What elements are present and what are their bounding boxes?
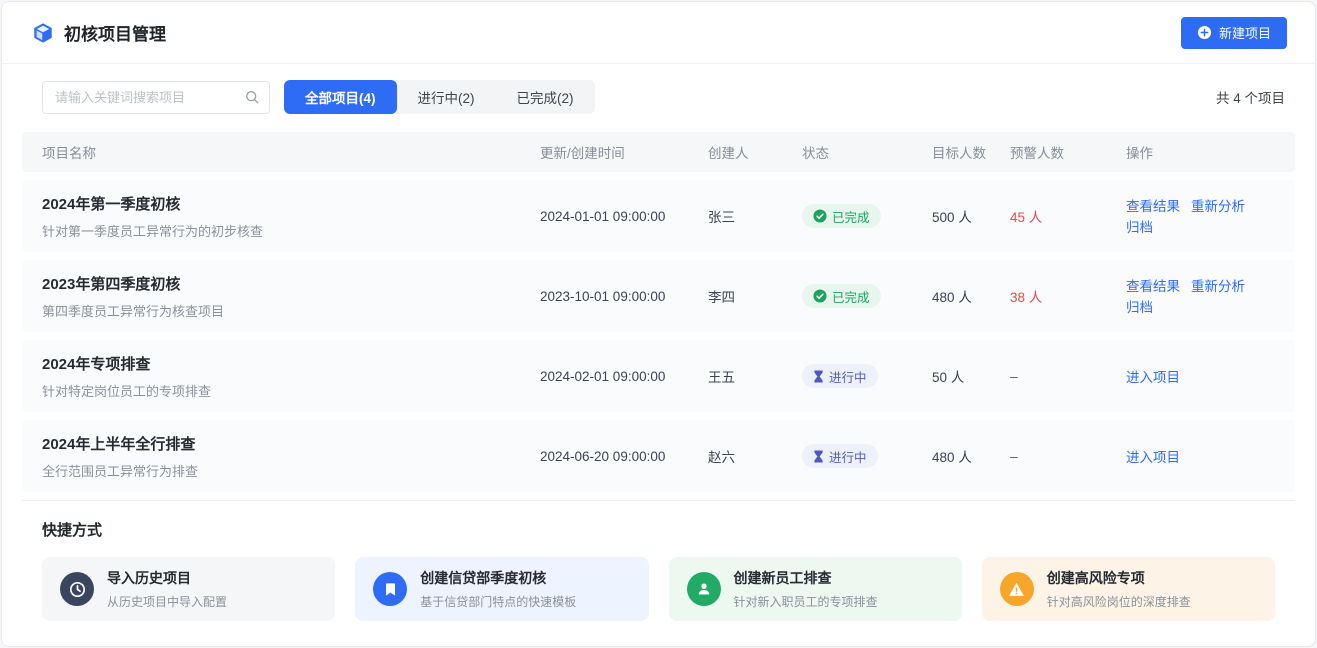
shortcut-desc: 从历史项目中导入配置	[107, 593, 227, 610]
table-row: 2024年专项排查 针对特定岗位员工的专项排查 2024-02-01 09:00…	[22, 340, 1295, 412]
project-name: 2024年上半年全行排查	[42, 433, 540, 454]
warning-count: 45 人	[1010, 206, 1126, 226]
warning-count: –	[1010, 449, 1126, 464]
shortcuts-section: 快捷方式 导入历史项目 从历史项目中导入配置 创建信贷部季度初核 基于信贷部门特…	[22, 500, 1295, 645]
project-desc: 第四季度员工异常行为核查项目	[42, 301, 540, 320]
project-creator: 赵六	[708, 446, 802, 466]
search-icon[interactable]	[244, 89, 260, 110]
shortcut-import-history[interactable]: 导入历史项目 从历史项目中导入配置	[42, 557, 335, 621]
project-creator: 张三	[708, 206, 802, 226]
table-row: 2024年上半年全行排查 全行范围员工异常行为排查 2024-06-20 09:…	[22, 420, 1295, 492]
column-header-warning: 预警人数	[1010, 142, 1126, 162]
search-input[interactable]	[42, 81, 270, 114]
shortcut-credit-dept-review[interactable]: 创建信贷部季度初核 基于信贷部门特点的快速模板	[355, 557, 648, 621]
person-icon	[687, 572, 721, 606]
tab-all-projects[interactable]: 全部项目(4)	[284, 80, 397, 114]
status-badge: 进行中	[802, 444, 878, 468]
column-header-name: 项目名称	[42, 142, 540, 162]
status-label: 已完成	[832, 207, 870, 226]
shortcuts-title: 快捷方式	[42, 519, 1285, 540]
shortcut-desc: 针对高风险岗位的深度排查	[1047, 593, 1191, 610]
target-count: 50 人	[932, 366, 1010, 386]
shortcut-desc: 基于信贷部门特点的快速模板	[420, 593, 576, 610]
project-creator: 李四	[708, 286, 802, 306]
shortcut-desc: 针对新入职员工的专项排查	[734, 593, 878, 610]
shortcut-title: 创建信贷部季度初核	[420, 568, 576, 588]
project-desc: 针对特定岗位员工的专项排查	[42, 381, 540, 400]
cube-logo-icon	[32, 22, 54, 44]
project-desc: 全行范围员工异常行为排查	[42, 461, 540, 480]
target-count: 480 人	[932, 446, 1010, 466]
tab-in-progress[interactable]: 进行中(2)	[397, 80, 496, 114]
status-badge: 已完成	[802, 284, 881, 308]
reanalyze-link[interactable]: 重新分析	[1191, 199, 1245, 214]
table-header: 项目名称 更新/创建时间 创建人 状态 目标人数 预警人数 操作	[22, 132, 1295, 172]
tab-completed[interactable]: 已完成(2)	[496, 80, 595, 114]
page-header: 初核项目管理 新建项目	[2, 2, 1315, 64]
target-count: 480 人	[932, 286, 1010, 306]
column-header-status: 状态	[802, 142, 932, 162]
hourglass-icon	[813, 450, 824, 463]
filter-tabs: 全部项目(4) 进行中(2) 已完成(2)	[284, 80, 595, 114]
archive-link[interactable]: 归档	[1126, 300, 1153, 315]
shortcut-high-risk-special[interactable]: 创建高风险专项 针对高风险岗位的深度排查	[982, 557, 1275, 621]
hourglass-icon	[813, 370, 824, 383]
column-header-time: 更新/创建时间	[540, 142, 708, 162]
plus-circle-icon	[1197, 25, 1212, 40]
search-box	[42, 81, 270, 114]
shortcut-title: 导入历史项目	[107, 568, 227, 588]
project-creator: 王五	[708, 366, 802, 386]
archive-link[interactable]: 归档	[1126, 220, 1153, 235]
status-label: 进行中	[829, 367, 867, 386]
view-results-link[interactable]: 查看结果	[1126, 279, 1180, 294]
warning-count: –	[1010, 369, 1126, 384]
project-time: 2024-01-01 09:00:00	[540, 209, 708, 224]
status-label: 已完成	[832, 287, 870, 306]
page-title: 初核项目管理	[64, 20, 166, 45]
reanalyze-link[interactable]: 重新分析	[1191, 279, 1245, 294]
table-row: 2023年第四季度初核 第四季度员工异常行为核查项目 2023-10-01 09…	[22, 260, 1295, 332]
enter-project-link[interactable]: 进入项目	[1126, 450, 1180, 465]
status-badge: 进行中	[802, 364, 878, 388]
column-header-creator: 创建人	[708, 142, 802, 162]
toolbar: 全部项目(4) 进行中(2) 已完成(2) 共 4 个项目	[2, 64, 1315, 128]
bookmark-icon	[373, 572, 407, 606]
project-time: 2024-06-20 09:00:00	[540, 449, 708, 464]
warning-count: 38 人	[1010, 286, 1126, 306]
project-count-text: 共 4 个项目	[1216, 87, 1285, 107]
project-name: 2024年第一季度初核	[42, 193, 540, 214]
shortcut-new-employee-check[interactable]: 创建新员工排查 针对新入职员工的专项排查	[669, 557, 962, 621]
new-project-label: 新建项目	[1219, 23, 1271, 42]
check-circle-icon	[813, 289, 827, 303]
clock-icon	[60, 572, 94, 606]
view-results-link[interactable]: 查看结果	[1126, 199, 1180, 214]
enter-project-link[interactable]: 进入项目	[1126, 370, 1180, 385]
project-desc: 针对第一季度员工异常行为的初步核查	[42, 221, 540, 240]
project-time: 2023-10-01 09:00:00	[540, 289, 708, 304]
shortcut-title: 创建新员工排查	[734, 568, 878, 588]
status-badge: 已完成	[802, 204, 881, 228]
project-management-page: 初核项目管理 新建项目 全部项目(4) 进行中(2) 已完成(2) 共 4 个项…	[1, 1, 1316, 647]
check-circle-icon	[813, 209, 827, 223]
table-row: 2024年第一季度初核 针对第一季度员工异常行为的初步核查 2024-01-01…	[22, 180, 1295, 252]
new-project-button[interactable]: 新建项目	[1181, 17, 1287, 49]
status-label: 进行中	[829, 447, 867, 466]
column-header-actions: 操作	[1126, 142, 1275, 162]
project-time: 2024-02-01 09:00:00	[540, 369, 708, 384]
shortcut-title: 创建高风险专项	[1047, 568, 1191, 588]
project-name: 2023年第四季度初核	[42, 273, 540, 294]
column-header-target: 目标人数	[932, 142, 1010, 162]
warning-triangle-icon	[1000, 572, 1034, 606]
target-count: 500 人	[932, 206, 1010, 226]
project-name: 2024年专项排查	[42, 353, 540, 374]
